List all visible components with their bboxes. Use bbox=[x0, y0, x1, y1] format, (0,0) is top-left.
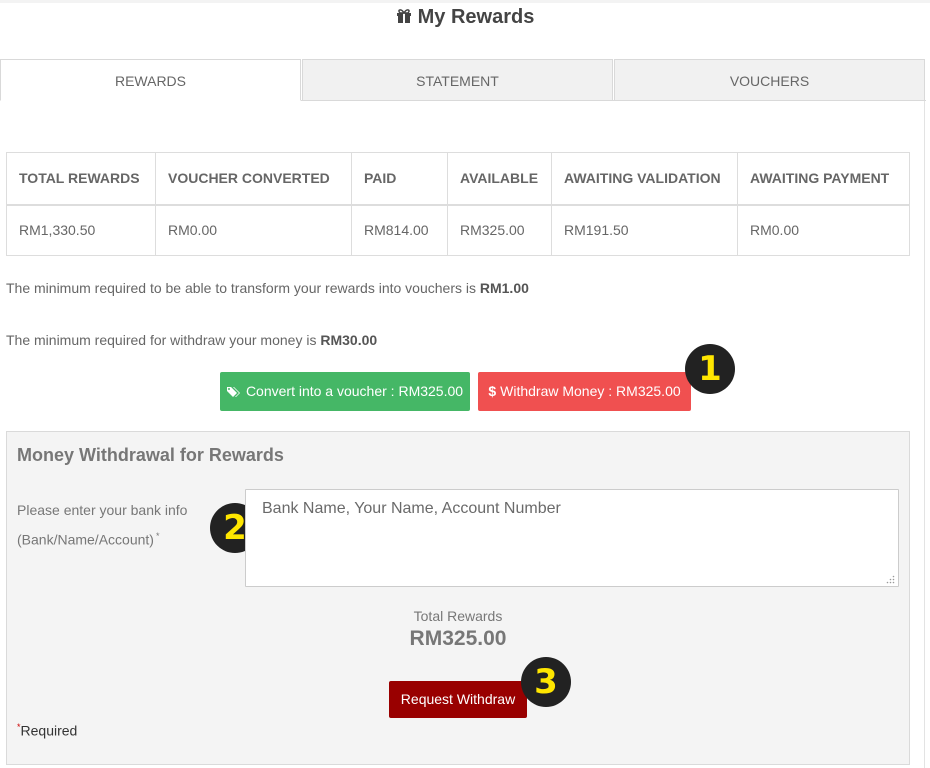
required-note: *Required bbox=[17, 722, 77, 739]
voucher-minimum-text: The minimum required to be able to trans… bbox=[6, 280, 480, 296]
withdrawal-panel-title: Money Withdrawal for Rewards bbox=[17, 445, 284, 465]
callout-marker-3: 3 bbox=[521, 657, 571, 707]
table-row: RM1,330.50 RM0.00 RM814.00 RM325.00 RM19… bbox=[6, 204, 910, 256]
header-voucher-converted: VOUCHER CONVERTED bbox=[155, 152, 352, 205]
callout-marker-1: 1 bbox=[685, 344, 735, 394]
tags-icon bbox=[226, 387, 240, 397]
withdraw-minimum-note: The minimum required for withdraw your m… bbox=[6, 332, 377, 348]
withdraw-money-label: Withdraw Money : RM325.00 bbox=[500, 383, 681, 399]
total-rewards-value: RM325.00 bbox=[409, 627, 507, 650]
gift-icon bbox=[396, 9, 411, 23]
header-paid: PAID bbox=[351, 152, 448, 205]
tab-statement[interactable]: STATEMENT bbox=[302, 59, 613, 101]
convert-voucher-button[interactable]: Convert into a voucher : RM325.00 bbox=[220, 372, 470, 411]
value-paid: RM814.00 bbox=[351, 204, 448, 256]
bank-info-label-line1: Please enter your bank info bbox=[17, 502, 188, 518]
page-title: My Rewards bbox=[0, 6, 930, 29]
value-total-rewards: RM1,330.50 bbox=[6, 204, 156, 256]
voucher-minimum-value: RM1.00 bbox=[479, 280, 529, 296]
tab-rewards[interactable]: REWARDS bbox=[0, 59, 301, 101]
value-voucher-converted: RM0.00 bbox=[155, 204, 352, 256]
tab-bar: REWARDS STATEMENT VOUCHERS bbox=[0, 59, 926, 101]
tab-vouchers[interactable]: VOUCHERS bbox=[614, 59, 925, 101]
value-available: RM325.00 bbox=[447, 204, 552, 256]
header-total-rewards: TOTAL REWARDS bbox=[6, 152, 156, 205]
bank-info-label-line2: (Bank/Name/Account) * bbox=[17, 523, 207, 553]
bank-info-label-hint: (Bank/Name/Account) bbox=[17, 531, 154, 548]
content-border bbox=[924, 101, 925, 768]
header-available: AVAILABLE bbox=[447, 152, 552, 205]
withdraw-money-button[interactable]: $ Withdraw Money : RM325.00 bbox=[478, 372, 691, 411]
header-awaiting-payment: AWAITING PAYMENT bbox=[737, 152, 910, 205]
total-rewards-label: Total Rewards bbox=[413, 608, 503, 624]
tab-underline bbox=[301, 100, 926, 101]
bank-info-textarea[interactable] bbox=[245, 489, 899, 587]
required-note-text: Required bbox=[20, 722, 78, 739]
withdraw-minimum-text: The minimum required for withdraw your m… bbox=[6, 332, 321, 348]
rewards-summary-table: TOTAL REWARDS VOUCHER CONVERTED PAID AVA… bbox=[6, 152, 910, 256]
request-withdraw-button[interactable]: Request Withdraw bbox=[389, 681, 527, 718]
convert-voucher-label: Convert into a voucher : RM325.00 bbox=[245, 383, 464, 399]
table-header-row: TOTAL REWARDS VOUCHER CONVERTED PAID AVA… bbox=[6, 152, 910, 205]
bank-info-label: Please enter your bank info (Bank/Name/A… bbox=[17, 497, 207, 553]
resize-grip-icon[interactable] bbox=[886, 575, 895, 584]
withdraw-minimum-value: RM30.00 bbox=[320, 332, 378, 348]
dollar-icon: $ bbox=[488, 383, 497, 399]
required-asterisk: * bbox=[155, 531, 160, 541]
value-awaiting-validation: RM191.50 bbox=[551, 204, 738, 256]
voucher-minimum-note: The minimum required to be able to trans… bbox=[6, 280, 529, 296]
value-awaiting-payment: RM0.00 bbox=[737, 204, 910, 256]
top-divider bbox=[0, 0, 930, 3]
page-title-text: My Rewards bbox=[417, 6, 535, 28]
header-awaiting-validation: AWAITING VALIDATION bbox=[551, 152, 738, 205]
